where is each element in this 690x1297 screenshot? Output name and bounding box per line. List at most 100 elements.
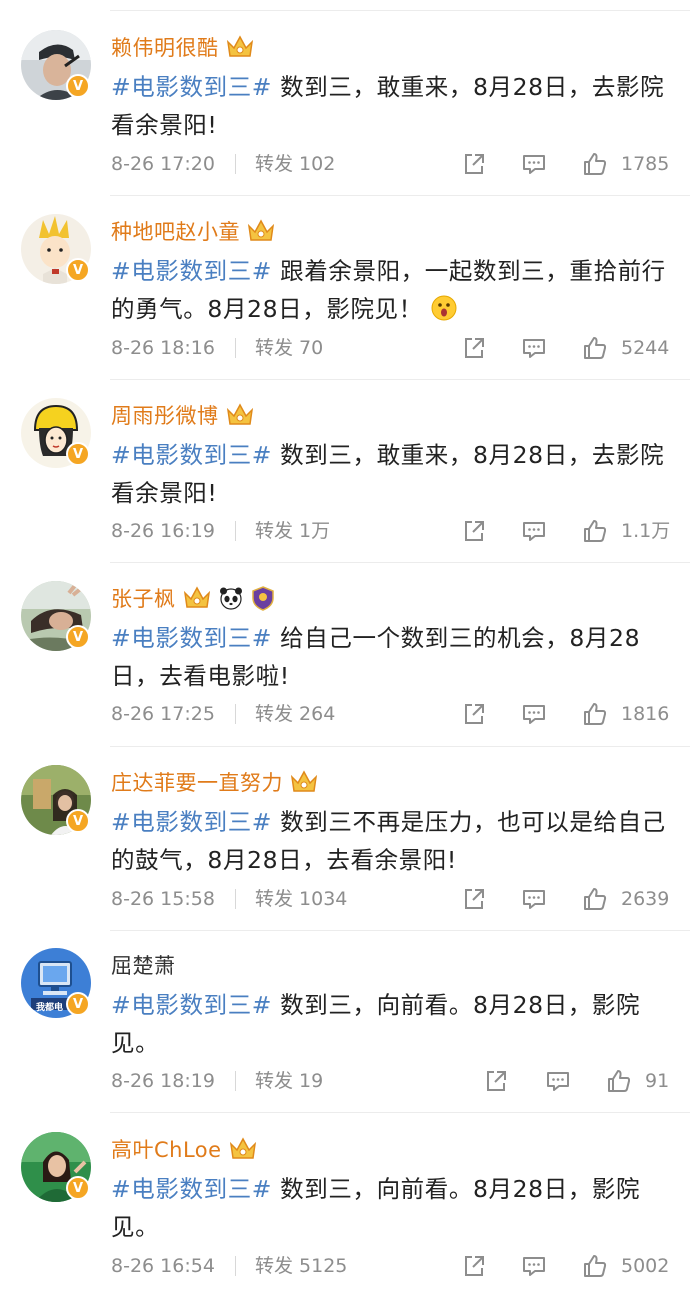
- author-name[interactable]: 屈楚萧: [111, 950, 176, 980]
- repost-count[interactable]: 转发 102: [255, 149, 335, 179]
- comment-button[interactable]: [521, 516, 547, 546]
- share-button[interactable]: [461, 1251, 487, 1281]
- comment-text: #电影数到三# 数到三，敢重来，8月28日，去影院看余景阳!: [111, 436, 671, 512]
- avatar[interactable]: V: [21, 398, 91, 468]
- timestamp: 8-26 15:58: [111, 888, 215, 910]
- repost-count[interactable]: 转发 1034: [255, 884, 347, 914]
- author-name[interactable]: 种地吧赵小童: [111, 216, 240, 246]
- like-button[interactable]: [606, 1066, 632, 1096]
- like-button[interactable]: [582, 149, 608, 179]
- comment-button[interactable]: [521, 1251, 547, 1281]
- thumbs-up-icon: [584, 153, 607, 175]
- author-name[interactable]: 周雨彤微博: [111, 400, 219, 430]
- timestamp: 8-26 17:20: [111, 153, 215, 175]
- hashtag-link[interactable]: #电影数到三#: [111, 991, 272, 1019]
- author-name[interactable]: 庄达菲要一直努力: [111, 767, 283, 797]
- verified-badge: V: [66, 1176, 90, 1200]
- share-button[interactable]: [461, 333, 487, 363]
- timestamp: 8-26 18:19: [111, 1070, 215, 1092]
- timestamp: 8-26 18:16: [111, 337, 215, 359]
- share-button[interactable]: [461, 516, 487, 546]
- thumbs-up-icon: [584, 1255, 607, 1277]
- divider: [110, 195, 690, 196]
- thumbs-up-icon: [584, 337, 607, 359]
- author-name[interactable]: 高叶ChLoe: [111, 1134, 222, 1164]
- comment-icon: [523, 890, 545, 909]
- like-button[interactable]: [582, 1251, 608, 1281]
- repost-count[interactable]: 转发 19: [255, 1066, 323, 1096]
- comment-icon: [523, 522, 545, 541]
- like-count: 1816: [621, 703, 670, 725]
- like-button[interactable]: [582, 516, 608, 546]
- comment-meta: 8-26 16:19 转发 1万 1.1万: [111, 516, 671, 546]
- comment-meta: 8-26 16:54 转发 5125 5002: [111, 1251, 671, 1281]
- like-count: 91: [645, 1070, 670, 1092]
- comment-button[interactable]: [545, 1066, 571, 1096]
- shield-badge-icon: [251, 586, 274, 611]
- comment-text: #电影数到三# 给自己一个数到三的机会，8月28日，去看电影啦!: [111, 619, 671, 695]
- divider: [110, 379, 690, 380]
- surprised-emoji-icon: [431, 295, 457, 321]
- repost-count[interactable]: 转发 264: [255, 699, 335, 729]
- comment-meta: 8-26 18:16 转发 70 5244: [111, 333, 671, 363]
- comment-meta: 8-26 17:20 转发 102 1785: [111, 149, 671, 179]
- verified-badge: V: [66, 258, 90, 282]
- like-button[interactable]: [582, 884, 608, 914]
- meta-separator: [235, 1256, 236, 1276]
- verified-badge: V: [66, 442, 90, 466]
- comment-button[interactable]: [521, 699, 547, 729]
- avatar[interactable]: V: [21, 30, 91, 100]
- divider: [110, 562, 690, 563]
- avatar[interactable]: V: [21, 765, 91, 835]
- divider: [110, 1112, 690, 1113]
- verified-badge: V: [66, 625, 90, 649]
- meta-separator: [235, 1071, 236, 1091]
- crown-badge-icon: [183, 586, 210, 608]
- share-button[interactable]: [461, 699, 487, 729]
- repost-count[interactable]: 转发 1万: [255, 516, 330, 546]
- repost-count[interactable]: 转发 5125: [255, 1251, 347, 1281]
- comment-button[interactable]: [521, 333, 547, 363]
- like-count: 1785: [621, 153, 670, 175]
- like-button[interactable]: [582, 699, 608, 729]
- meta-separator: [235, 521, 236, 541]
- comment-icon: [523, 705, 545, 724]
- panda-icon: [219, 587, 242, 610]
- share-button[interactable]: [461, 149, 487, 179]
- comment-button[interactable]: [521, 149, 547, 179]
- like-count: 2639: [621, 888, 670, 910]
- avatar[interactable]: V: [21, 581, 91, 651]
- verified-badge: V: [66, 992, 90, 1016]
- share-button[interactable]: [483, 1066, 509, 1096]
- comment-icon: [547, 1072, 569, 1091]
- meta-separator: [235, 889, 236, 909]
- hashtag-link[interactable]: #电影数到三#: [111, 441, 272, 469]
- avatar[interactable]: 我都电 V: [21, 948, 91, 1018]
- repost-count[interactable]: 转发 70: [255, 333, 323, 363]
- comment-text: #电影数到三# 数到三，向前看。8月28日，影院见。: [111, 1170, 671, 1246]
- share-icon: [465, 154, 484, 174]
- divider: [110, 746, 690, 747]
- hashtag-link[interactable]: #电影数到三#: [111, 624, 272, 652]
- thumbs-up-icon: [584, 520, 607, 542]
- share-icon: [487, 1071, 506, 1091]
- author-name[interactable]: 张子枫: [111, 583, 176, 613]
- like-count: 5002: [621, 1255, 670, 1277]
- like-button[interactable]: [582, 333, 608, 363]
- hashtag-link[interactable]: #电影数到三#: [111, 73, 272, 101]
- author-name[interactable]: 赖伟明很酷: [111, 32, 219, 62]
- avatar[interactable]: V: [21, 214, 91, 284]
- comment-button[interactable]: [521, 884, 547, 914]
- share-icon: [465, 521, 484, 541]
- thumbs-up-icon: [584, 888, 607, 910]
- hashtag-link[interactable]: #电影数到三#: [111, 1175, 272, 1203]
- hashtag-link[interactable]: #电影数到三#: [111, 808, 272, 836]
- avatar[interactable]: V: [21, 1132, 91, 1202]
- share-button[interactable]: [461, 884, 487, 914]
- timestamp: 8-26 17:25: [111, 703, 215, 725]
- share-icon: [465, 1256, 484, 1276]
- hashtag-link[interactable]: #电影数到三#: [111, 257, 272, 285]
- comment-meta: 8-26 15:58 转发 1034 2639: [111, 884, 671, 914]
- comment-text: #电影数到三# 数到三不再是压力，也可以是给自己的鼓气，8月28日，去看余景阳!: [111, 803, 671, 879]
- divider: [110, 10, 690, 11]
